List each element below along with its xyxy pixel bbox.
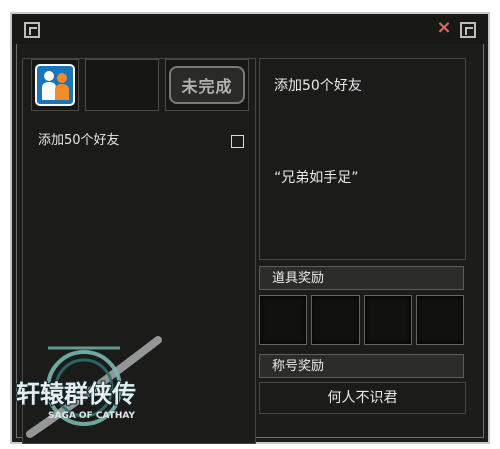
quest-complete-checkbox[interactable] xyxy=(231,135,244,148)
item-reward-header: 道具奖励 xyxy=(259,266,464,290)
close-button[interactable]: × xyxy=(434,18,454,38)
item-reward-slot[interactable] xyxy=(259,295,308,345)
quest-list-item-label: 添加50个好友 xyxy=(38,133,120,148)
game-logo-subtitle: SAGA OF CATHAY xyxy=(48,411,136,421)
item-reward-slot[interactable] xyxy=(415,295,464,345)
item-reward-slots xyxy=(259,295,464,351)
friends-icon xyxy=(35,64,75,106)
item-reward-slot[interactable] xyxy=(363,295,412,345)
game-logo-title: 轩辕群侠传 xyxy=(16,379,136,408)
fret-corner-right-icon xyxy=(460,22,476,38)
quest-description-box: 添加50个好友 “兄弟如手足” xyxy=(259,58,466,260)
status-stamp-slot: 未完成 xyxy=(165,59,249,111)
empty-icon-slot[interactable] xyxy=(85,59,159,111)
status-stamp: 未完成 xyxy=(169,66,245,104)
title-reward-value: 何人不识君 xyxy=(259,382,466,414)
quest-title: 添加50个好友 xyxy=(274,78,362,94)
game-logo: 轩辕群侠传 SAGA OF CATHAY xyxy=(15,336,162,438)
item-reward-slot[interactable] xyxy=(311,295,360,345)
friends-icon-slot[interactable] xyxy=(31,59,79,111)
title-bar[interactable]: × xyxy=(12,14,488,44)
fret-corner-left-icon xyxy=(24,22,40,38)
quest-quote: “兄弟如手足” xyxy=(274,170,359,186)
title-reward-header: 称号奖励 xyxy=(259,354,464,378)
quest-list-item[interactable]: 添加50个好友 xyxy=(38,131,244,151)
